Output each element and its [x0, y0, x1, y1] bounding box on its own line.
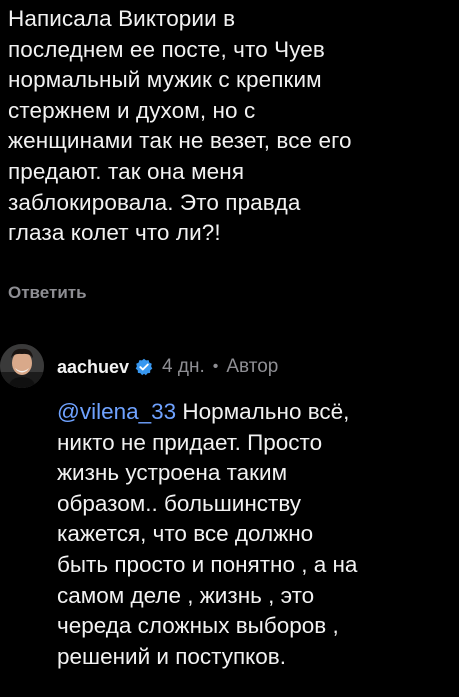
meta-separator: • — [212, 358, 219, 375]
reply-button[interactable]: Ответить — [8, 283, 87, 303]
user-avatar-icon — [0, 344, 44, 388]
author-badge: Автор — [226, 356, 279, 377]
reply-text: @vilena_33 Нормально всё, никто не прида… — [57, 397, 452, 672]
comment-text: Написала Виктории в последнем ее посте, … — [8, 6, 352, 246]
reply-header: aachuev 4 дн. • Автор — [57, 356, 278, 378]
avatar[interactable] — [0, 344, 44, 388]
reply-body: Нормально всё, никто не придает. Просто … — [57, 399, 358, 669]
username[interactable]: aachuev — [57, 356, 129, 378]
mention-link[interactable]: @vilena_33 — [57, 399, 176, 424]
verified-badge-icon — [135, 358, 153, 376]
reply-time: 4 дн. — [162, 356, 205, 377]
